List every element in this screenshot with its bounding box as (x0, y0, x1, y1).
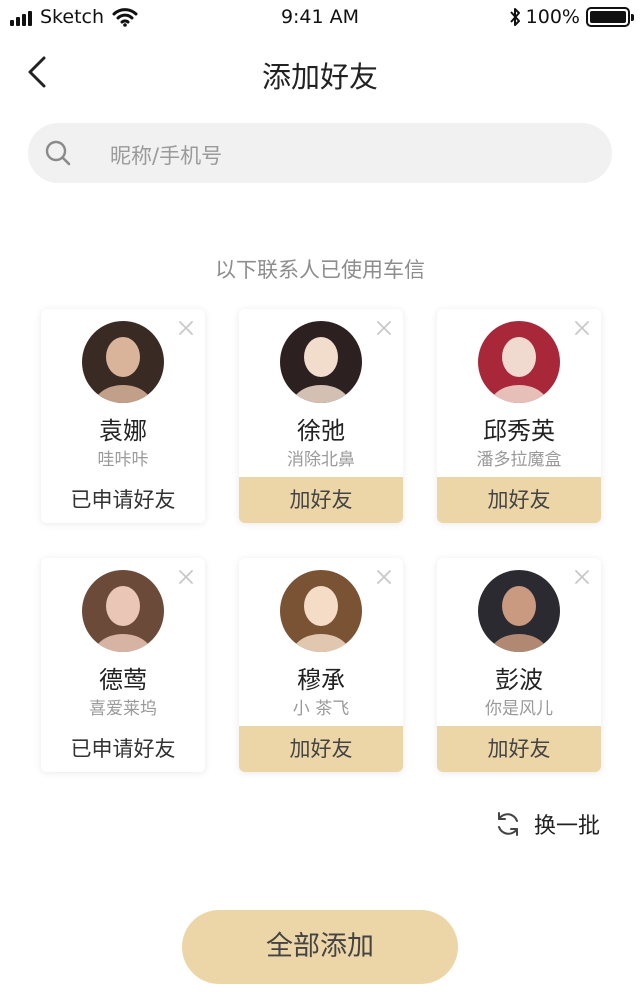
refresh-button[interactable]: 换一批 (494, 808, 600, 840)
close-icon[interactable] (375, 319, 393, 337)
close-icon[interactable] (177, 568, 195, 586)
add-friend-button[interactable]: 加好友 (239, 477, 403, 523)
contact-subtitle: 潘多拉魔盒 (476, 450, 562, 470)
avatar (280, 570, 362, 652)
contact-card: 彭波 你是风儿 加好友 (437, 558, 601, 772)
applied-status: 已申请好友 (41, 726, 205, 772)
add-friend-button[interactable]: 加好友 (437, 477, 601, 523)
refresh-label: 换一批 (533, 814, 600, 839)
add-all-button[interactable]: 全部添加 (182, 910, 458, 984)
contact-subtitle: 你是风儿 (485, 699, 553, 719)
search-icon (45, 140, 71, 166)
contact-subtitle: 哇咔咔 (97, 450, 149, 470)
contact-subtitle: 消除北鼻 (287, 450, 355, 470)
avatar (82, 321, 164, 403)
contact-name: 袁娜 (99, 417, 147, 445)
avatar (478, 570, 560, 652)
refresh-icon (497, 812, 518, 836)
contact-card: 穆承小 茶飞 加好友 (239, 558, 403, 772)
battery-label: 100% (525, 6, 580, 28)
contact-name: 邱秀英 (483, 417, 555, 445)
contact-card: 袁娜哇咔咔已申请好友 (41, 309, 205, 523)
status-right: 100% (508, 6, 634, 28)
contact-card: 邱秀英潘多拉魔盒加好友 (437, 309, 601, 523)
nav-bar: 添加好友 (0, 40, 640, 106)
section-hint: 以下联系人已使用车信 (215, 258, 425, 282)
add-friend-button[interactable]: 加好友 (239, 726, 403, 772)
search-placeholder: 昵称/手机号 (110, 144, 223, 168)
contact-subtitle: 小 茶飞 (292, 699, 350, 719)
bluetooth-icon (509, 8, 520, 26)
avatar (280, 321, 362, 403)
contact-name: 彭波 (495, 666, 543, 694)
contact-subtitle: 喜爱莱坞 (89, 699, 157, 719)
contact-card: 德莺喜爱莱坞已申请好友 (41, 558, 205, 772)
avatar (82, 570, 164, 652)
contact-name: 徐弛 (297, 417, 345, 445)
contact-name: 德莺 (99, 666, 147, 694)
search-input[interactable]: 昵称/手机号 (28, 123, 612, 183)
close-icon[interactable] (177, 319, 195, 337)
avatar (478, 321, 560, 403)
status-bar: Sketch 9:41 AM 100% (0, 0, 640, 36)
contact-name: 穆承 (297, 666, 345, 694)
page-title: 添加好友 (261, 60, 378, 94)
contact-card: 徐弛 消除北鼻 加好友 (239, 309, 403, 523)
add-friend-button[interactable]: 加好友 (437, 726, 601, 772)
battery-icon (586, 7, 634, 27)
close-icon[interactable] (375, 568, 393, 586)
close-icon[interactable] (573, 319, 591, 337)
applied-status: 已申请好友 (41, 477, 205, 523)
close-icon[interactable] (573, 568, 591, 586)
